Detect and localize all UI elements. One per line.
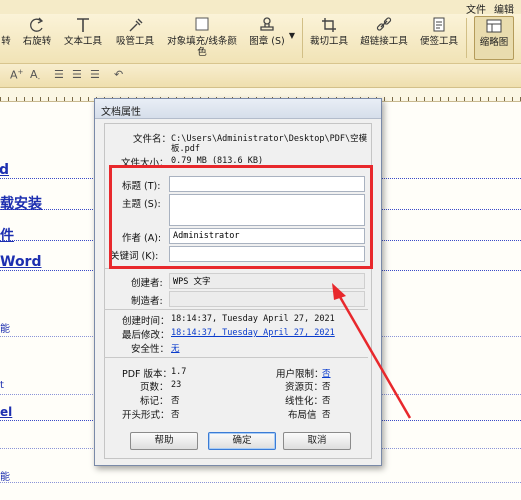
text-t-icon [73, 16, 93, 34]
note-tool-label: 便签工具 [419, 36, 458, 47]
title-strip: 文件 编辑 [0, 0, 521, 16]
font-shrink-icon[interactable]: A- [30, 68, 40, 83]
tagged-label: 标记： [140, 396, 169, 407]
ribbon-divider [466, 18, 467, 58]
file-name-value-line1: C:\Users\Administrator\Desktop\PDF\空模 [171, 134, 368, 144]
rotate-right-label: 右旋转 [22, 36, 52, 47]
creator-field [169, 273, 365, 289]
note-icon [429, 16, 449, 34]
doc-text-fragment: Word [0, 254, 42, 270]
fill-color-label-1: 对象填充/线条颜 [167, 36, 237, 47]
opening-label: 开头形式： [122, 410, 170, 421]
text-tool-label: 文本工具 [63, 36, 102, 47]
doc-text-fragment: 件 [0, 228, 14, 244]
modified-label: 最后修改： [122, 330, 170, 341]
thumbnail-button[interactable]: 缩略图 [474, 16, 514, 60]
stamp-icon [257, 16, 277, 34]
undo-icon[interactable]: ↶ [114, 68, 123, 81]
link-icon [374, 16, 394, 34]
doc-text-fragment: d [0, 162, 10, 178]
chevron-down-icon: ▼ [288, 31, 296, 40]
rotate-left-icon [0, 16, 16, 34]
doc-text-fragment: 能 [0, 324, 10, 335]
dialog-title-bar[interactable]: 文档属性 [95, 99, 381, 119]
annotation-highlight-box [109, 165, 373, 269]
dialog-separator [104, 357, 368, 358]
file-name-value-line2: 板.pdf [171, 144, 200, 154]
ribbon-toolbar: 转 右旋转 文本工具 吸管工具 对象填充/线条颜 色 图章 (S) ▼ 裁切工具… [0, 14, 521, 64]
rotate-right-button[interactable]: 右旋转 [18, 16, 56, 47]
format-toolbar: A+ A- ☰ ☰ ☰ ↶ [0, 64, 521, 88]
dialog-separator [104, 309, 368, 310]
stamp-label: 图章 (S) [249, 36, 285, 47]
eyedropper-icon [125, 16, 145, 34]
fill-color-label-2: 色 [197, 47, 207, 58]
text-tool-button[interactable]: 文本工具 [60, 16, 106, 47]
ribbon-divider [302, 18, 303, 58]
producer-label: 制造者: [131, 296, 163, 307]
doc-text-fragment: t [0, 380, 4, 391]
pages-label: 页数： [140, 382, 169, 393]
doc-text-fragment: 能 [0, 472, 10, 483]
file-name-label: 文件名： [133, 134, 172, 145]
resources-label: 资源页： [285, 382, 324, 393]
created-value: 18:14:37, Tuesday April 27, 2021 [171, 314, 335, 324]
align-left-icon[interactable]: ☰ [54, 68, 64, 81]
doc-dotted-line [0, 482, 521, 483]
security-label: 安全性： [131, 344, 170, 355]
ok-button[interactable]: 确定 [208, 432, 276, 450]
dialog-title: 文档属性 [101, 107, 141, 118]
linearized-value: 否 [322, 396, 331, 406]
thumbnail-label: 缩略图 [479, 37, 509, 48]
rotate-right-icon [27, 16, 47, 34]
crop-icon [319, 16, 339, 34]
crop-tool-button[interactable]: 裁切工具 [306, 16, 352, 47]
layout-label: 布局信 [288, 410, 317, 421]
fill-square-icon [192, 16, 212, 34]
font-grow-icon[interactable]: A+ [10, 68, 23, 82]
pdf-version-label: PDF 版本： [122, 369, 173, 380]
resources-value: 否 [322, 382, 331, 392]
align-center-icon[interactable]: ☰ [72, 68, 82, 81]
doc-text-fragment: 载安装 [0, 196, 42, 212]
stamp-button[interactable]: 图章 (S) [246, 16, 288, 47]
fill-color-button[interactable]: 对象填充/线条颜 色 [162, 16, 242, 58]
eyedropper-button[interactable]: 吸管工具 [112, 16, 158, 47]
security-value-link[interactable]: 无 [171, 342, 180, 354]
layout-value: 否 [322, 410, 331, 420]
user-restrict-label: 用户限制： [276, 369, 324, 380]
help-button[interactable]: 帮助 [130, 432, 198, 450]
cancel-button[interactable]: 取消 [283, 432, 351, 450]
linearized-label: 线性化： [285, 396, 324, 407]
stamp-dropdown-arrow[interactable]: ▼ [288, 30, 296, 41]
doc-text-fragment: el [0, 405, 13, 419]
align-right-icon[interactable]: ☰ [90, 68, 100, 81]
created-label: 创建时间： [122, 316, 170, 327]
user-restrict-value[interactable]: 否 [322, 367, 331, 379]
pages-value: 23 [171, 380, 182, 390]
rotate-left-button[interactable]: 转 [0, 16, 16, 47]
producer-field [169, 291, 365, 307]
tagged-value: 否 [171, 396, 180, 406]
modified-value[interactable]: 18:14:37, Tuesday April 27, 2021 [171, 328, 335, 338]
pdf-version-value: 1.7 [171, 367, 187, 377]
crop-tool-label: 裁切工具 [309, 36, 348, 47]
creator-label: 创建者: [131, 278, 163, 289]
opening-value: 否 [171, 410, 180, 420]
hyperlink-tool-label: 超链接工具 [360, 36, 408, 47]
hyperlink-tool-button[interactable]: 超链接工具 [358, 16, 410, 47]
thumbnail-icon [484, 17, 504, 35]
eyedropper-label: 吸管工具 [115, 36, 154, 47]
rotate-left-label: 转 [1, 36, 11, 47]
note-tool-button[interactable]: 便签工具 [416, 16, 462, 47]
